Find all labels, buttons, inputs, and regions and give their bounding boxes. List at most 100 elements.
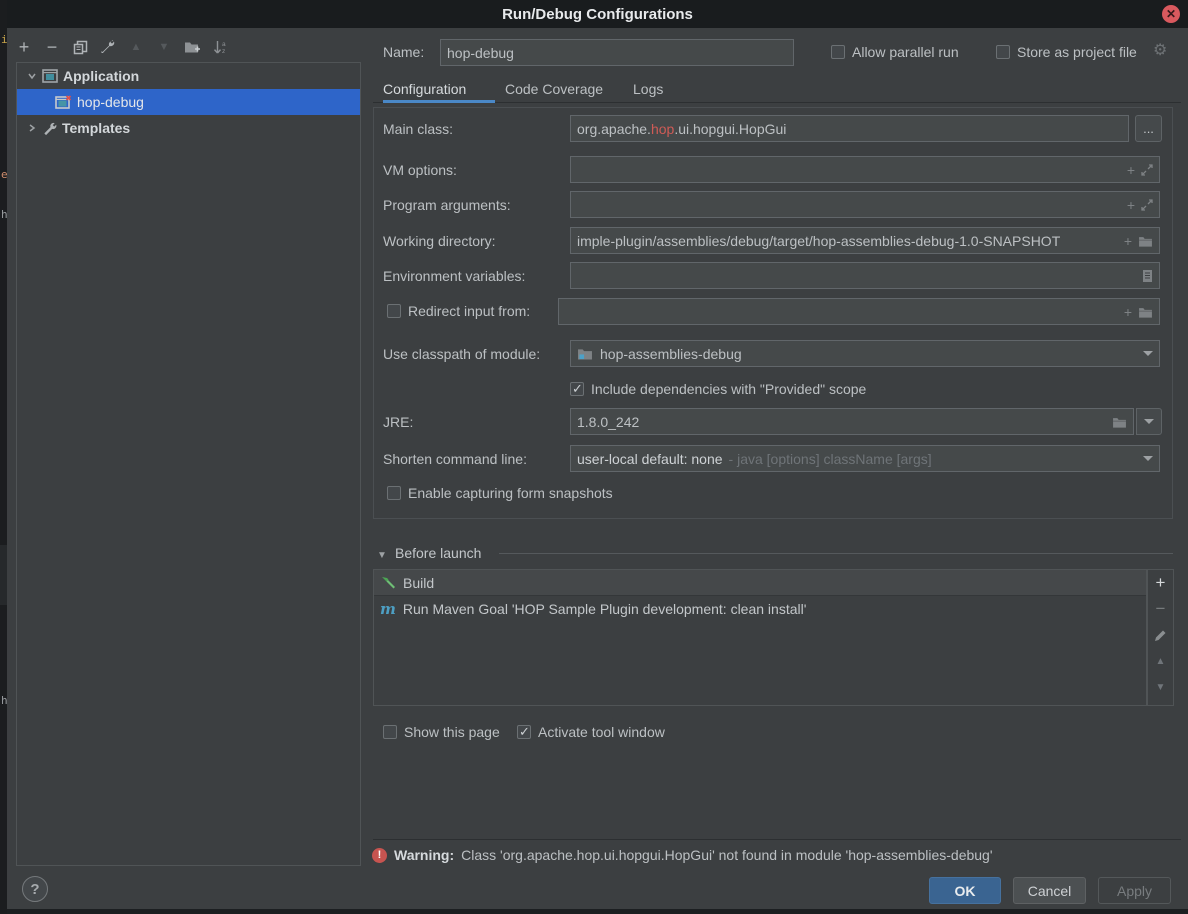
tab-logs[interactable]: Logs bbox=[633, 81, 663, 97]
vm-options-input[interactable]: + bbox=[570, 156, 1160, 183]
dialog-titlebar: Run/Debug Configurations ✕ bbox=[7, 0, 1188, 28]
before-launch-task-build[interactable]: Build bbox=[374, 570, 1146, 596]
shorten-command-line-label: Shorten command line: bbox=[383, 451, 527, 468]
hammer-icon bbox=[380, 575, 396, 591]
jre-label: JRE: bbox=[383, 414, 413, 431]
help-icon[interactable]: ? bbox=[22, 876, 48, 902]
tree-item-label: Application bbox=[63, 68, 139, 84]
form-snapshots-checkbox[interactable] bbox=[387, 486, 401, 500]
chevron-down-icon[interactable] bbox=[1143, 351, 1153, 356]
warning-prefix: Warning: bbox=[394, 847, 454, 863]
collapse-triangle-icon[interactable]: ▼ bbox=[377, 547, 387, 564]
edit-templates-icon[interactable] bbox=[99, 38, 117, 56]
tree-item-templates[interactable]: Templates bbox=[17, 115, 360, 141]
show-this-page-checkbox[interactable] bbox=[383, 725, 397, 739]
sort-configurations-icon[interactable]: az bbox=[211, 38, 229, 56]
chevron-down-icon[interactable] bbox=[1143, 456, 1153, 461]
cancel-button[interactable]: Cancel bbox=[1013, 877, 1086, 904]
redirect-input-field[interactable]: + bbox=[558, 298, 1160, 325]
tab-configuration[interactable]: Configuration bbox=[383, 81, 466, 97]
tree-item-label: Templates bbox=[62, 120, 130, 136]
chevron-right-icon[interactable] bbox=[27, 123, 37, 133]
add-icon[interactable]: + bbox=[1124, 233, 1132, 249]
activate-tool-window-label: Activate tool window bbox=[538, 724, 665, 741]
module-icon bbox=[577, 347, 593, 360]
background-block bbox=[0, 545, 7, 605]
expand-field-icon[interactable] bbox=[1141, 199, 1153, 211]
environment-variables-input[interactable] bbox=[570, 262, 1160, 289]
vm-options-label: VM options: bbox=[383, 162, 457, 179]
main-class-value-highlight: hop bbox=[651, 121, 674, 137]
add-icon[interactable]: + bbox=[1127, 162, 1135, 178]
copy-configuration-icon[interactable] bbox=[71, 38, 89, 56]
redirect-input-checkbox[interactable] bbox=[387, 304, 401, 318]
tree-item-application[interactable]: Application bbox=[17, 63, 360, 89]
provided-scope-checkbox[interactable] bbox=[570, 382, 584, 396]
store-as-project-file-checkbox[interactable] bbox=[996, 45, 1010, 59]
before-launch-toolbar: + − ▲ ▼ bbox=[1147, 569, 1174, 706]
run-debug-configurations-dialog: Run/Debug Configurations ✕ + − ▲ ▼ az Ap… bbox=[7, 0, 1188, 914]
add-icon[interactable]: + bbox=[1124, 304, 1132, 320]
jre-combobox[interactable]: 1.8.0_242 bbox=[570, 408, 1134, 435]
folder-icon[interactable] bbox=[1138, 235, 1153, 247]
shorten-command-line-combobox[interactable]: user-local default: none - java [options… bbox=[570, 445, 1160, 472]
redirect-input-label: Redirect input from: bbox=[408, 303, 530, 320]
browse-variables-icon[interactable] bbox=[1142, 269, 1153, 283]
before-launch-list: Build m Run Maven Goal 'HOP Sample Plugi… bbox=[373, 569, 1147, 706]
application-icon bbox=[42, 69, 58, 83]
close-icon[interactable]: ✕ bbox=[1162, 5, 1180, 23]
browse-main-class-button[interactable]: ... bbox=[1135, 115, 1162, 142]
move-task-down-button[interactable]: ▼ bbox=[1152, 674, 1170, 700]
remove-configuration-button[interactable]: − bbox=[43, 38, 61, 56]
folder-icon[interactable] bbox=[1112, 416, 1127, 428]
jre-value: 1.8.0_242 bbox=[577, 414, 1106, 430]
move-up-button[interactable]: ▲ bbox=[127, 38, 145, 56]
move-task-up-button[interactable]: ▲ bbox=[1152, 648, 1170, 674]
before-launch-task-maven[interactable]: m Run Maven Goal 'HOP Sample Plugin deve… bbox=[374, 596, 1146, 621]
jre-dropdown-button[interactable] bbox=[1136, 408, 1162, 435]
folder-icon[interactable] bbox=[1138, 306, 1153, 318]
create-folder-icon[interactable] bbox=[183, 38, 201, 56]
activate-tool-window-checkbox[interactable] bbox=[517, 725, 531, 739]
templates-wrench-icon bbox=[42, 121, 57, 136]
shorten-hint: - java [options] className [args] bbox=[729, 451, 1135, 467]
chevron-down-icon[interactable] bbox=[27, 71, 37, 81]
before-launch-title: Before launch bbox=[395, 545, 481, 562]
classpath-module-value: hop-assemblies-debug bbox=[600, 346, 1135, 362]
dialog-bottom-edge bbox=[7, 909, 1188, 914]
main-class-label: Main class: bbox=[383, 121, 453, 138]
background-editor-strip: i e h h bbox=[0, 0, 7, 914]
chevron-down-icon bbox=[1144, 419, 1154, 424]
tab-code-coverage[interactable]: Code Coverage bbox=[505, 81, 603, 97]
main-class-value-prefix: org.apache. bbox=[577, 121, 651, 137]
svg-text:a: a bbox=[222, 41, 226, 48]
task-label: Run Maven Goal 'HOP Sample Plugin develo… bbox=[403, 601, 807, 617]
name-value: hop-debug bbox=[447, 45, 514, 61]
configurations-toolbar: + − ▲ ▼ az bbox=[15, 38, 229, 56]
application-error-icon bbox=[55, 95, 72, 110]
move-down-button[interactable]: ▼ bbox=[155, 38, 173, 56]
main-class-input[interactable]: org.apache.hop.ui.hopgui.HopGui bbox=[570, 115, 1129, 142]
edit-task-icon[interactable] bbox=[1152, 622, 1170, 648]
active-tab-underline bbox=[383, 100, 495, 103]
working-directory-value: imple-plugin/assemblies/debug/target/hop… bbox=[577, 233, 1118, 249]
provided-scope-label: Include dependencies with "Provided" sco… bbox=[591, 381, 866, 398]
add-configuration-button[interactable]: + bbox=[15, 38, 33, 56]
warning-message: ! Warning: Class 'org.apache.hop.ui.hopg… bbox=[372, 847, 993, 863]
task-label: Build bbox=[403, 575, 434, 591]
name-input[interactable]: hop-debug bbox=[440, 39, 794, 66]
add-icon[interactable]: + bbox=[1127, 197, 1135, 213]
classpath-module-combobox[interactable]: hop-assemblies-debug bbox=[570, 340, 1160, 367]
expand-field-icon[interactable] bbox=[1141, 164, 1153, 176]
ok-button[interactable]: OK bbox=[929, 877, 1001, 904]
apply-button[interactable]: Apply bbox=[1098, 877, 1171, 904]
gear-icon[interactable]: ⚙ bbox=[1153, 42, 1167, 59]
tree-item-hop-debug[interactable]: hop-debug bbox=[17, 89, 360, 115]
allow-parallel-run-checkbox[interactable] bbox=[831, 45, 845, 59]
program-arguments-input[interactable]: + bbox=[570, 191, 1160, 218]
remove-task-button[interactable]: − bbox=[1152, 596, 1170, 622]
configurations-tree: Application hop-debug Templates bbox=[16, 62, 361, 866]
working-directory-input[interactable]: imple-plugin/assemblies/debug/target/hop… bbox=[570, 227, 1160, 254]
add-task-button[interactable]: + bbox=[1152, 570, 1170, 596]
tree-item-label: hop-debug bbox=[77, 94, 144, 110]
